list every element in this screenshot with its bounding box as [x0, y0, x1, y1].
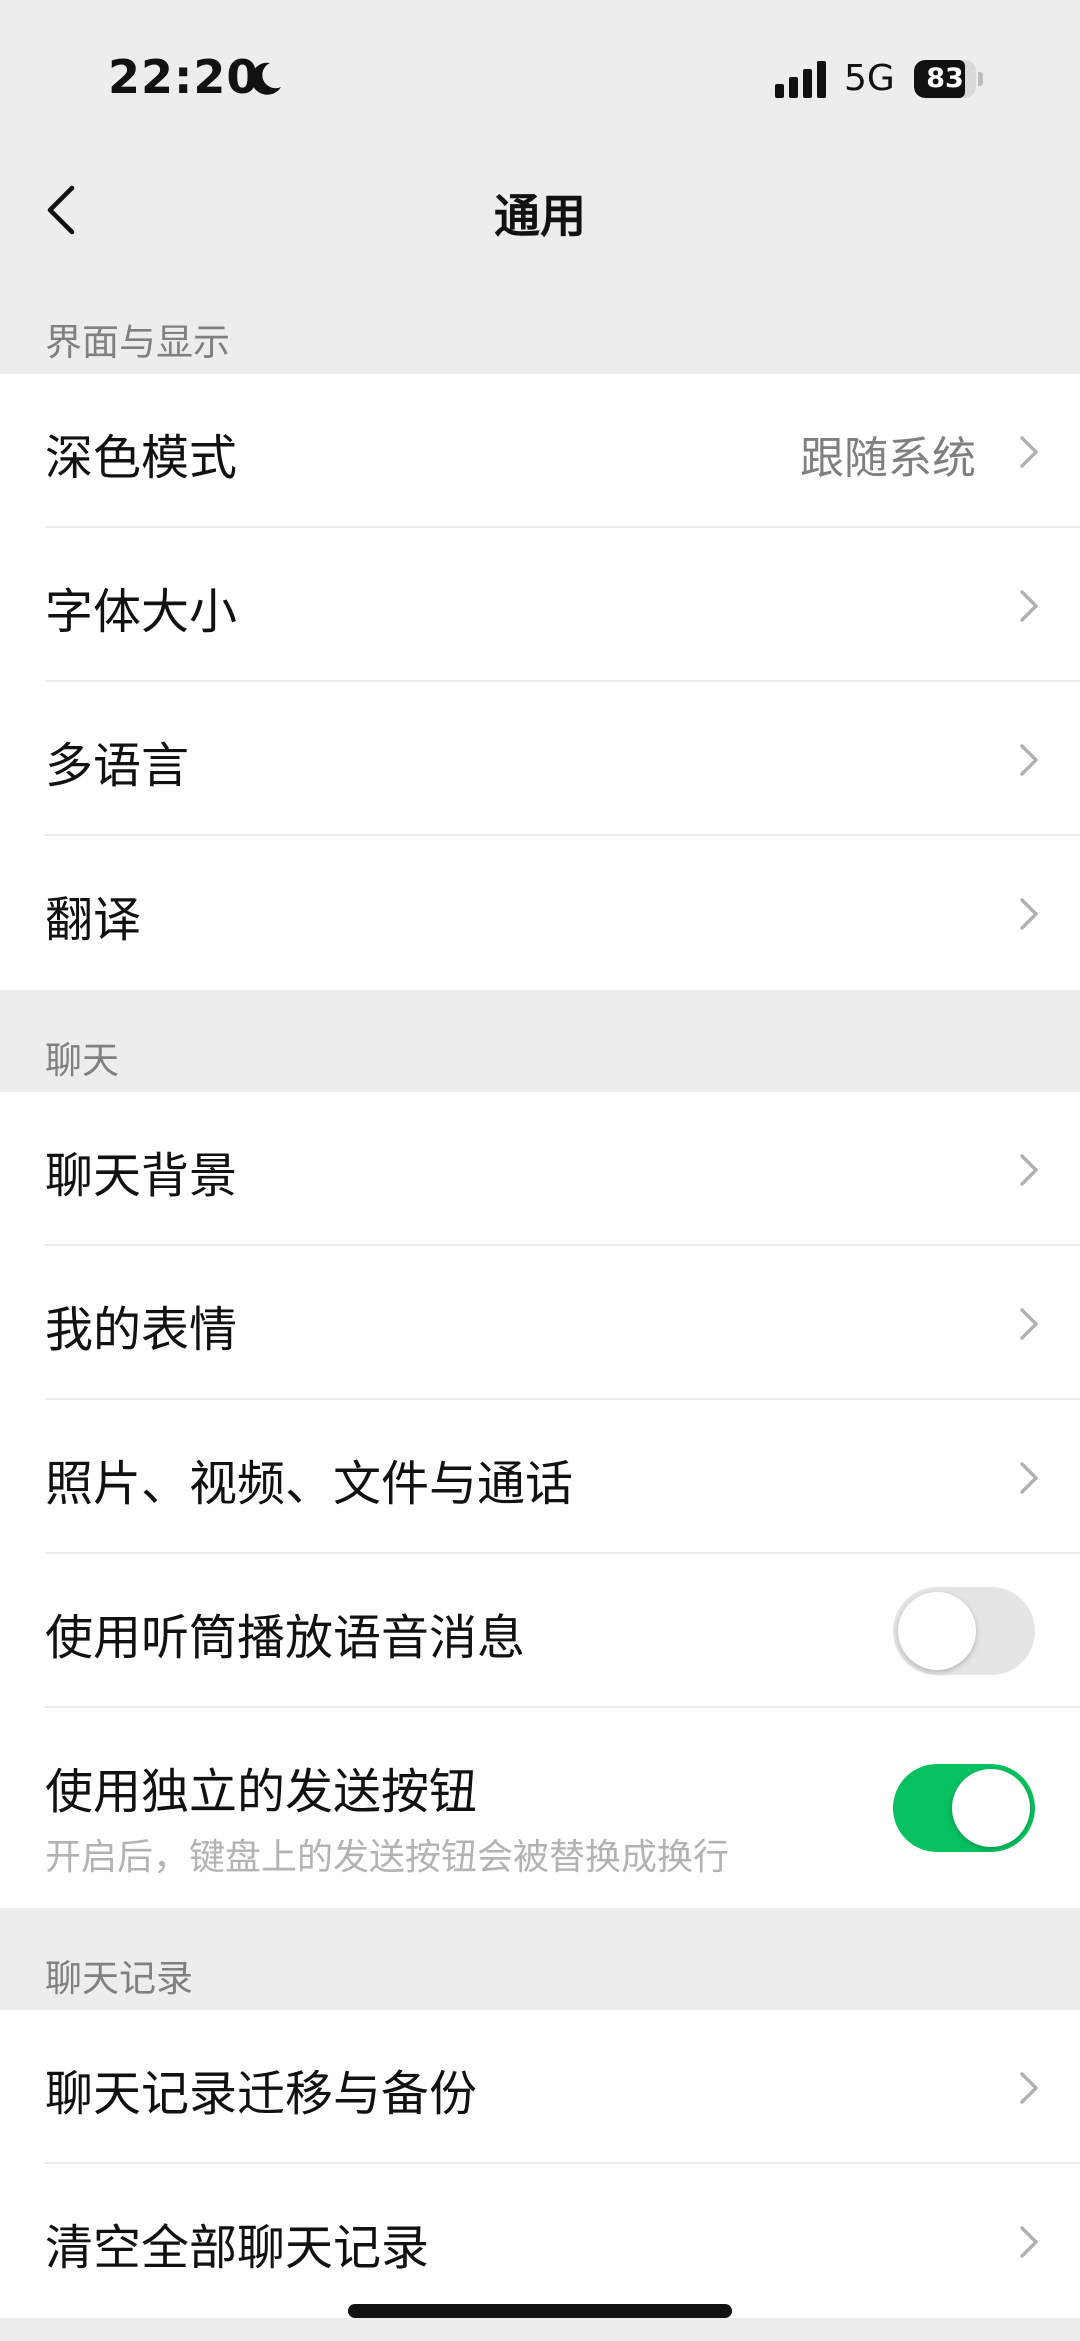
separate-send-button-toggle[interactable]	[893, 1764, 1035, 1852]
chat-history-migrate-label: 聊天记录迁移与备份	[45, 2066, 478, 2122]
status-time: 22:20	[108, 50, 260, 104]
earpiece-playback-toggle[interactable]	[893, 1587, 1035, 1675]
settings-group-chat: 聊天背景 我的表情 照片、视频、文件与通话 使用听筒播放语音消息 使用独立的发送…	[0, 1092, 1080, 1908]
section-header-history: 聊天记录	[45, 1957, 193, 2000]
chevron-right-icon	[1020, 1462, 1038, 1494]
clear-chat-history-row[interactable]: 清空全部聊天记录	[0, 2164, 1080, 2318]
status-bar: 22:20 5G 83	[0, 0, 1080, 150]
chevron-right-icon	[1020, 1308, 1038, 1340]
dark-mode-row[interactable]: 深色模式 跟随系统	[0, 374, 1080, 528]
general-settings-screen: 22:20 5G 83 通用 界面与显示 深色模式 跟随系统 字体大小 多语言 …	[0, 0, 1080, 2341]
chevron-right-icon	[1020, 436, 1038, 468]
separate-send-button-row: 使用独立的发送按钮 开启后，键盘上的发送按钮会被替换成换行	[0, 1708, 1080, 1908]
my-stickers-row[interactable]: 我的表情	[0, 1246, 1080, 1400]
signal-icon	[775, 60, 827, 98]
separate-send-button-description: 开启后，键盘上的发送按钮会被替换成换行	[45, 1837, 730, 1878]
settings-group-display: 深色模式 跟随系统 字体大小 多语言 翻译	[0, 374, 1080, 990]
chevron-right-icon	[1020, 1154, 1038, 1186]
moon-icon	[251, 62, 281, 95]
section-header-chat: 聊天	[45, 1039, 119, 1082]
home-indicator[interactable]	[348, 2304, 732, 2318]
chat-history-migrate-row[interactable]: 聊天记录迁移与备份	[0, 2010, 1080, 2164]
translate-label: 翻译	[45, 892, 142, 948]
language-label: 多语言	[45, 738, 190, 794]
separate-send-button-label: 使用独立的发送按钮	[45, 1764, 478, 1820]
dark-mode-value: 跟随系统	[800, 433, 976, 484]
chevron-right-icon	[1020, 898, 1038, 930]
battery-icon: 83	[914, 60, 984, 98]
language-row[interactable]: 多语言	[0, 682, 1080, 836]
my-stickers-label: 我的表情	[45, 1302, 238, 1358]
settings-group-history: 聊天记录迁移与备份 清空全部聊天记录	[0, 2010, 1080, 2318]
earpiece-playback-row: 使用听筒播放语音消息	[0, 1554, 1080, 1708]
font-size-label: 字体大小	[45, 584, 238, 640]
dark-mode-label: 深色模式	[45, 430, 238, 486]
battery-level: 83	[926, 63, 964, 94]
chevron-right-icon	[1020, 2072, 1038, 2104]
clear-chat-history-label: 清空全部聊天记录	[45, 2220, 430, 2276]
chevron-right-icon	[1020, 590, 1038, 622]
font-size-row[interactable]: 字体大小	[0, 528, 1080, 682]
media-files-calls-label: 照片、视频、文件与通话	[45, 1456, 574, 1512]
chevron-right-icon	[1020, 2226, 1038, 2258]
section-header-display: 界面与显示	[45, 321, 230, 364]
nav-bar: 通用	[0, 150, 1080, 270]
chevron-right-icon	[1020, 744, 1038, 776]
media-files-calls-row[interactable]: 照片、视频、文件与通话	[0, 1400, 1080, 1554]
toggle-knob	[952, 1769, 1030, 1847]
page-title: 通用	[494, 189, 586, 243]
network-type: 5G	[844, 58, 895, 99]
translate-row[interactable]: 翻译	[0, 836, 1080, 990]
toggle-knob	[898, 1592, 976, 1670]
chat-background-label: 聊天背景	[45, 1148, 238, 1204]
chat-background-row[interactable]: 聊天背景	[0, 1092, 1080, 1246]
earpiece-playback-label: 使用听筒播放语音消息	[45, 1610, 526, 1666]
